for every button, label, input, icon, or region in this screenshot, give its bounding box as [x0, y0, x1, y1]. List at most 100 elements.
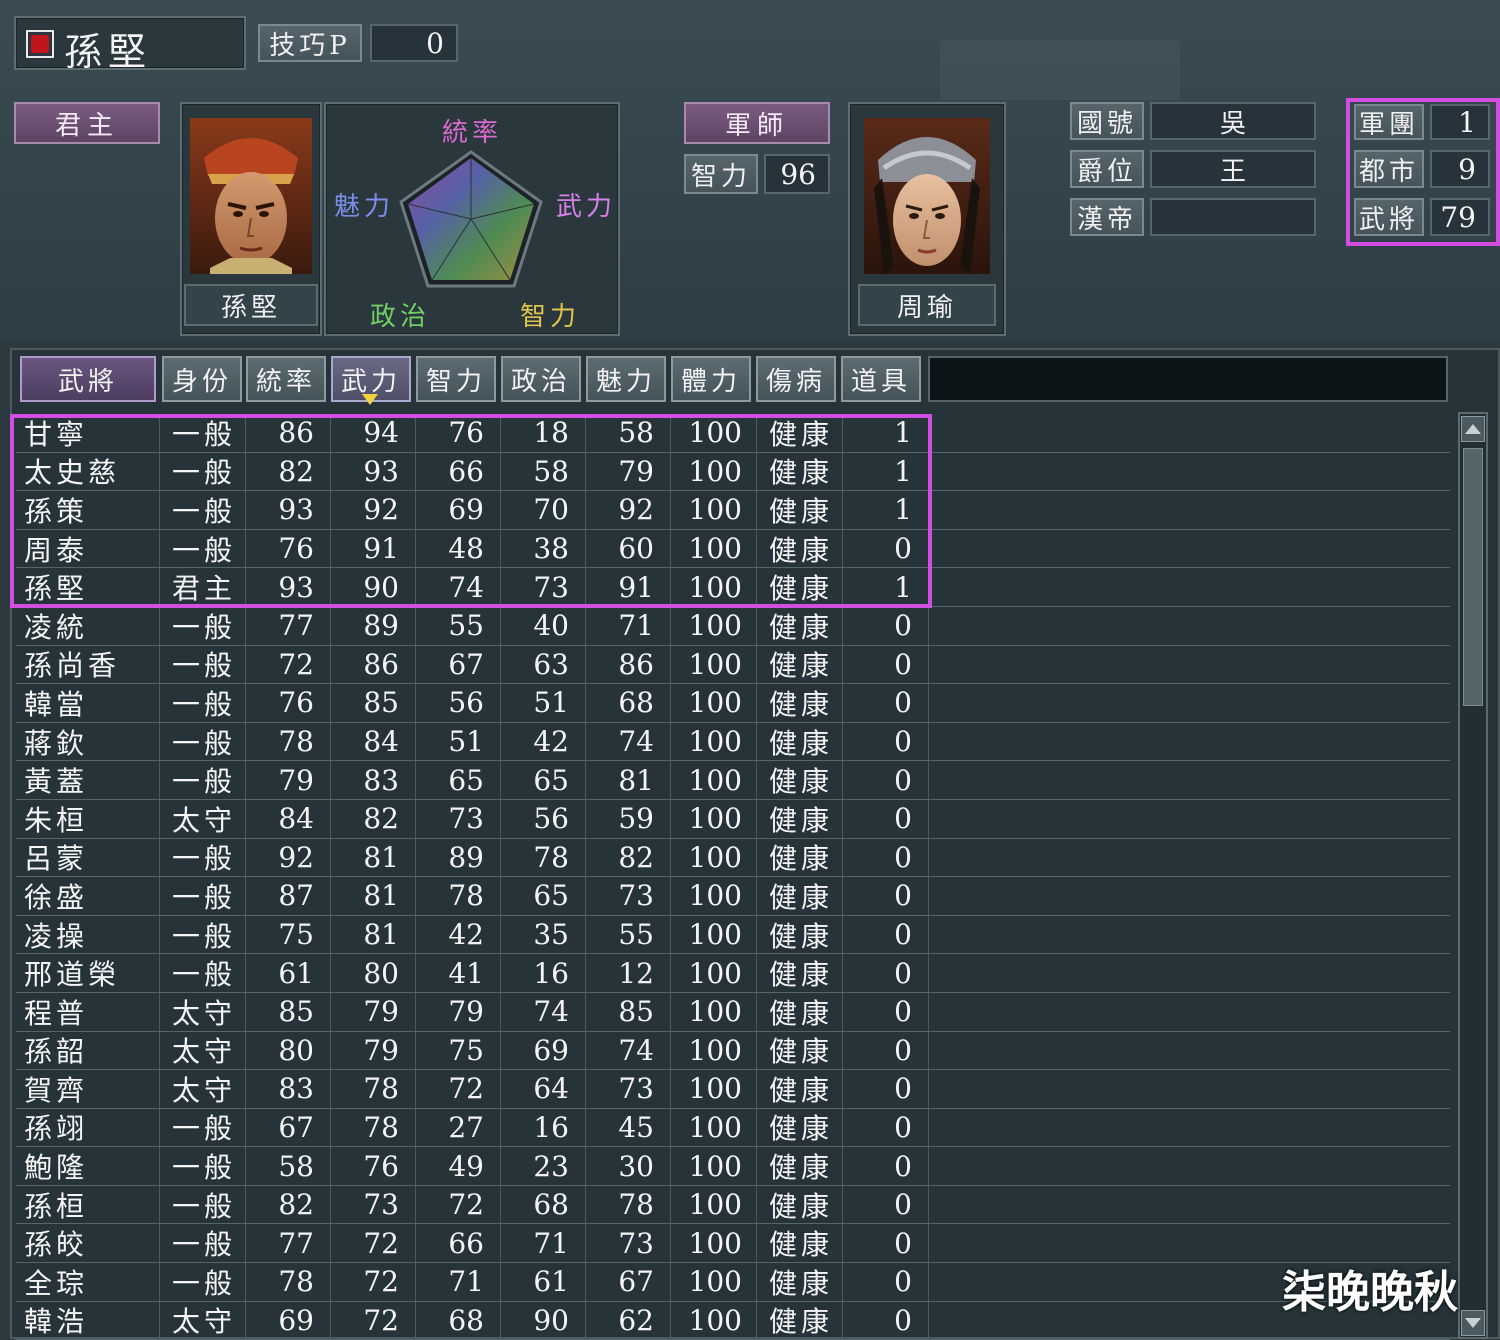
- cell-war: 89: [331, 606, 416, 645]
- cell-name: 黃蓋: [16, 761, 160, 799]
- table-row[interactable]: 韓浩 太守 69 72 68 90 62 100 健康 0: [16, 1301, 1450, 1340]
- col-header-item[interactable]: 道具: [841, 356, 921, 402]
- table-scrollbar[interactable]: [1458, 412, 1488, 1339]
- col-header-politics[interactable]: 政治: [501, 356, 581, 402]
- emperor-value: [1150, 198, 1316, 236]
- scroll-thumb[interactable]: [1463, 448, 1483, 706]
- table-row[interactable]: 徐盛 一般 87 81 78 65 73 100 健康 0: [16, 877, 1450, 916]
- cell-item: 0: [843, 1263, 929, 1301]
- cell-item: 0: [843, 722, 929, 761]
- cell-stamina: 100: [671, 1108, 757, 1147]
- cell-lead: 87: [246, 877, 331, 915]
- cell-stamina: 100: [671, 684, 757, 722]
- table-row[interactable]: 凌統 一般 77 89 55 40 71 100 健康 0: [16, 606, 1450, 646]
- cell-name: 韓當: [16, 684, 160, 722]
- table-row[interactable]: 孫尚香 一般 72 86 67 63 86 100 健康 0: [16, 645, 1450, 685]
- table-row[interactable]: 孫韶 太守 80 79 75 69 74 100 健康 0: [16, 1031, 1450, 1071]
- table-row[interactable]: 韓當 一般 76 85 56 51 68 100 健康 0: [16, 684, 1450, 723]
- table-row[interactable]: 程普 太守 85 79 79 74 85 100 健康 0: [16, 992, 1450, 1032]
- cell-item: 0: [843, 1108, 929, 1147]
- cell-name: 孫翊: [16, 1108, 160, 1147]
- row-empty-space: [929, 491, 1450, 529]
- table-row[interactable]: 邢道榮 一般 61 80 41 16 12 100 健康 0: [16, 954, 1450, 993]
- cell-intellect: 66: [416, 1224, 501, 1263]
- cell-charm: 86: [586, 645, 671, 684]
- cell-name: 程普: [16, 992, 160, 1031]
- cell-stamina: 100: [671, 1147, 757, 1185]
- col-header-status[interactable]: 身份: [162, 356, 242, 402]
- cell-lead: 77: [246, 1224, 331, 1263]
- col-header-officer[interactable]: 武將: [20, 356, 156, 402]
- cell-status: 一般: [160, 1224, 246, 1263]
- cell-politics: 68: [501, 1185, 586, 1224]
- watermark: 柒晚晚秋: [1282, 1267, 1458, 1318]
- cell-item: 0: [843, 877, 929, 915]
- scroll-down-arrow-icon[interactable]: [1461, 1310, 1485, 1336]
- cell-charm: 62: [586, 1301, 671, 1340]
- row-empty-space: [929, 646, 1450, 684]
- cell-war: 82: [331, 799, 416, 838]
- cell-name: 孫皎: [16, 1224, 160, 1263]
- col-header-stamina[interactable]: 體力: [671, 356, 751, 402]
- table-row[interactable]: 蔣欽 一般 78 84 51 42 74 100 健康 0: [16, 722, 1450, 762]
- cell-politics: 69: [501, 1031, 586, 1070]
- cell-name: 邢道榮: [16, 954, 160, 992]
- table-row[interactable]: 凌操 一般 75 81 42 35 55 100 健康 0: [16, 915, 1450, 955]
- cell-injury: 健康: [757, 645, 843, 684]
- sort-indicator-icon: [362, 394, 378, 405]
- cell-stamina: 100: [671, 915, 757, 954]
- cell-stamina: 100: [671, 1031, 757, 1070]
- cell-stamina: 100: [671, 1224, 757, 1263]
- cell-intellect: 79: [416, 992, 501, 1031]
- row-empty-space: [929, 1070, 1450, 1108]
- cell-injury: 健康: [757, 1185, 843, 1224]
- col-header-injury[interactable]: 傷病: [756, 356, 836, 402]
- cell-injury: 健康: [757, 1224, 843, 1263]
- col-header-lead[interactable]: 統率: [246, 356, 326, 402]
- cell-status: 一般: [160, 1108, 246, 1147]
- chart-label-charm: 魅力: [334, 192, 395, 222]
- table-row[interactable]: 孫皎 一般 77 72 66 71 73 100 健康 0: [16, 1224, 1450, 1264]
- cell-stamina: 100: [671, 992, 757, 1031]
- table-row[interactable]: 鮑隆 一般 58 76 49 23 30 100 健康 0: [16, 1147, 1450, 1186]
- cell-war: 84: [331, 722, 416, 761]
- country-label: 國號: [1070, 102, 1144, 140]
- cell-status: 一般: [160, 838, 246, 877]
- row-empty-space: [929, 568, 1450, 606]
- cell-war: 81: [331, 877, 416, 915]
- table-row[interactable]: 黃蓋 一般 79 83 65 65 81 100 健康 0: [16, 761, 1450, 800]
- map-backdrop: [940, 40, 1180, 100]
- officer-count-value: 79: [1430, 198, 1490, 236]
- cell-stamina: 100: [671, 606, 757, 645]
- col-header-charm[interactable]: 魅力: [586, 356, 666, 402]
- table-row[interactable]: 孫翊 一般 67 78 27 16 45 100 健康 0: [16, 1108, 1450, 1148]
- cell-injury: 健康: [757, 722, 843, 761]
- table-row[interactable]: 呂蒙 一般 92 81 89 78 82 100 健康 0: [16, 838, 1450, 878]
- row-empty-space: [929, 1147, 1450, 1185]
- cell-intellect: 75: [416, 1031, 501, 1070]
- ruler-portrait-frame: 孫堅: [180, 102, 322, 336]
- cell-lead: 92: [246, 838, 331, 877]
- advisor-portrait-frame: 周瑜: [848, 102, 1006, 336]
- cell-intellect: 71: [416, 1263, 501, 1301]
- col-header-intellect[interactable]: 智力: [416, 356, 496, 402]
- cell-injury: 健康: [757, 992, 843, 1031]
- table-row[interactable]: 朱桓 太守 84 82 73 56 59 100 健康 0: [16, 799, 1450, 839]
- cell-status: 太守: [160, 1070, 246, 1108]
- scroll-up-arrow-icon[interactable]: [1461, 416, 1485, 442]
- table-row[interactable]: 全琮 一般 78 72 71 61 67 100 健康 0: [16, 1263, 1450, 1302]
- cell-politics: 42: [501, 722, 586, 761]
- table-row[interactable]: 賀齊 太守 83 78 72 64 73 100 健康 0: [16, 1070, 1450, 1109]
- cell-politics: 16: [501, 1108, 586, 1147]
- cell-stamina: 100: [671, 722, 757, 761]
- cell-name: 徐盛: [16, 877, 160, 915]
- table-row[interactable]: 孫桓 一般 82 73 72 68 78 100 健康 0: [16, 1185, 1450, 1225]
- cell-politics: 61: [501, 1263, 586, 1301]
- cell-charm: 73: [586, 877, 671, 915]
- cell-charm: 68: [586, 684, 671, 722]
- cell-charm: 55: [586, 915, 671, 954]
- cell-name: 蔣欽: [16, 722, 160, 761]
- row-empty-space: [929, 684, 1450, 722]
- cell-intellect: 68: [416, 1301, 501, 1340]
- force-color-icon: [26, 30, 54, 58]
